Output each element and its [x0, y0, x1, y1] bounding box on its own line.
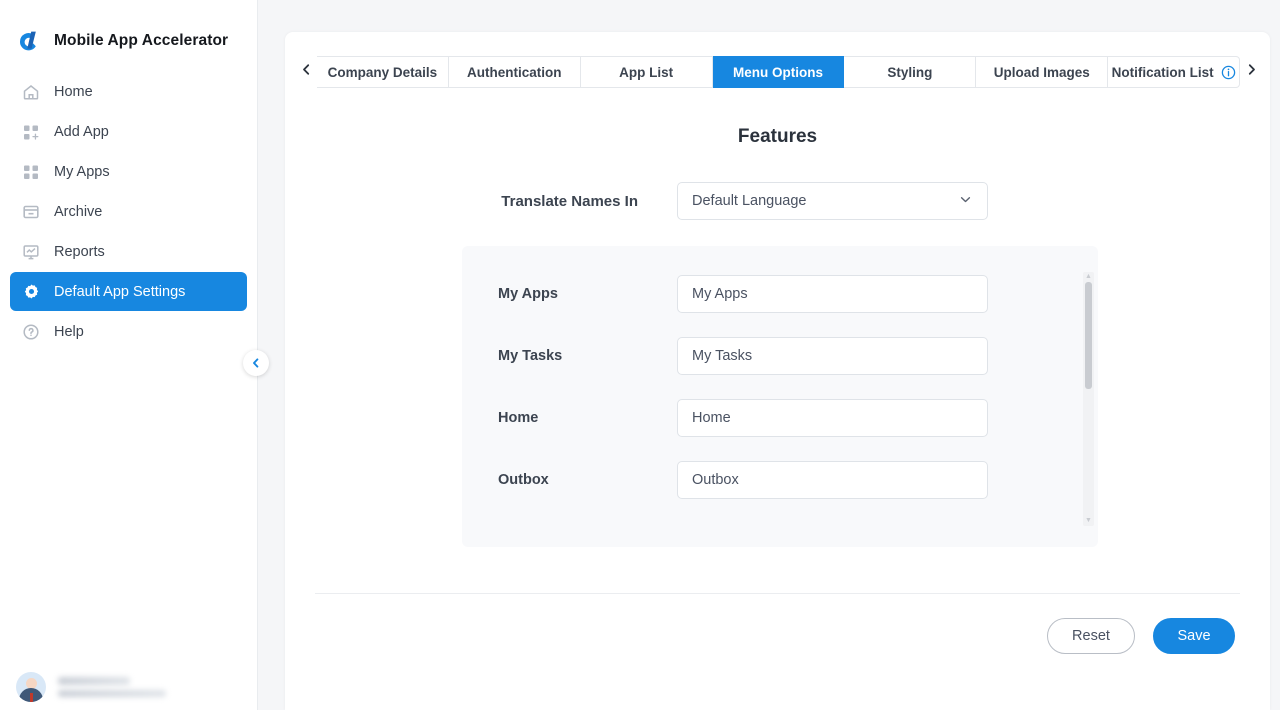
feature-label: Home	[498, 410, 539, 426]
chevron-right-icon	[1245, 63, 1258, 81]
caret-down-icon[interactable]: ▼	[1085, 517, 1093, 525]
tab-upload-images[interactable]: Upload Images	[976, 56, 1109, 88]
sidebar-item-help[interactable]: Help	[10, 312, 247, 351]
add-app-grid-icon	[22, 123, 40, 141]
sidebar-item-reports[interactable]: Reports	[10, 232, 247, 271]
tab-label: App List	[619, 64, 674, 80]
main-area: Company Details Authentication App List …	[258, 0, 1280, 710]
tab-styling[interactable]: Styling	[844, 56, 977, 88]
tab-authentication[interactable]: Authentication	[448, 56, 581, 88]
question-circle-icon	[22, 323, 40, 341]
tab-menu-options[interactable]: Menu Options	[712, 56, 845, 88]
brand-title: Mobile App Accelerator	[54, 32, 229, 49]
feature-input-value: Home	[692, 410, 731, 426]
sidebar-item-add-app[interactable]: Add App	[10, 112, 247, 151]
tab-notification-list[interactable]: Notification List	[1108, 56, 1241, 88]
sidebar-item-home[interactable]: Home	[10, 72, 247, 111]
sidebar: Mobile App Accelerator Home Add App My A…	[0, 0, 269, 710]
feature-input-value: My Apps	[692, 286, 748, 302]
feature-label: My Apps	[498, 286, 558, 302]
scrollbar-thumb[interactable]	[1085, 282, 1092, 389]
grid-icon	[22, 163, 40, 181]
tabs-prev-button[interactable]	[295, 56, 317, 88]
tabs-next-button[interactable]	[1240, 56, 1262, 88]
brand: Mobile App Accelerator	[0, 0, 257, 62]
home-icon	[22, 83, 40, 101]
save-button-label: Save	[1177, 628, 1211, 644]
archive-box-icon	[22, 203, 40, 221]
avatar	[16, 672, 46, 702]
reports-chart-icon	[22, 243, 40, 261]
feature-input-my-tasks[interactable]: My Tasks	[677, 337, 988, 375]
feature-row: Outbox Outbox	[462, 461, 1098, 499]
translate-language-select[interactable]: Default Language	[677, 182, 988, 220]
page-title: Features	[737, 126, 818, 147]
sidebar-item-label: Home	[54, 83, 93, 100]
feature-input-my-apps[interactable]: My Apps	[677, 275, 988, 313]
tab-label: Menu Options	[733, 64, 823, 80]
feature-label: My Tasks	[498, 348, 563, 364]
tab-label: Authentication	[467, 64, 562, 80]
gear-icon	[22, 283, 40, 301]
feature-input-home[interactable]: Home	[677, 399, 988, 437]
app-accelerator-logo-icon	[14, 27, 42, 55]
feature-row: My Tasks My Tasks	[462, 337, 1098, 375]
translate-names-label: Translate Names In	[501, 192, 638, 210]
sidebar-item-label: My Apps	[54, 163, 110, 180]
sidebar-item-archive[interactable]: Archive	[10, 192, 247, 231]
sidebar-item-label: Default App Settings	[54, 283, 186, 300]
tab-label: Upload Images	[993, 64, 1090, 80]
settings-content: Features Translate Names In Default Lang…	[285, 126, 1270, 654]
feature-input-value: Outbox	[692, 472, 739, 488]
info-circle-icon[interactable]	[1221, 65, 1236, 80]
reset-button[interactable]: Reset	[1047, 618, 1135, 654]
chevron-left-icon	[300, 63, 313, 81]
feature-row: My Apps My Apps	[462, 275, 1098, 313]
features-scrollbar[interactable]: ▲ ▼	[1083, 272, 1094, 526]
feature-row: Home Home	[462, 399, 1098, 437]
translate-language-value: Default Language	[692, 193, 807, 209]
tab-company-details[interactable]: Company Details	[317, 56, 449, 88]
caret-up-icon[interactable]: ▲	[1085, 273, 1093, 281]
sidebar-item-label: Help	[54, 323, 84, 340]
feature-input-value: My Tasks	[692, 348, 753, 364]
features-panel: My Apps My Apps My Tasks My Tasks Home H…	[462, 246, 1098, 547]
feature-input-outbox[interactable]: Outbox	[677, 461, 988, 499]
actions-bar: Reset Save	[315, 618, 1240, 654]
tab-app-list[interactable]: App List	[580, 56, 713, 88]
sidebar-user-block[interactable]	[0, 672, 257, 702]
user-name-redacted	[58, 677, 166, 697]
settings-card: Company Details Authentication App List …	[285, 32, 1270, 710]
tab-strip: Company Details Authentication App List …	[285, 56, 1270, 88]
sidebar-item-my-apps[interactable]: My Apps	[10, 152, 247, 191]
tab-label: Styling	[887, 64, 933, 80]
sidebar-collapse-button[interactable]	[243, 350, 269, 376]
chevron-left-icon	[250, 357, 262, 369]
sidebar-item-label: Add App	[54, 123, 109, 140]
reset-button-label: Reset	[1072, 628, 1110, 644]
actions-divider	[315, 593, 1240, 594]
feature-label: Outbox	[498, 472, 549, 488]
tab-label: Notification List	[1111, 64, 1214, 80]
sidebar-item-label: Archive	[54, 203, 103, 220]
sidebar-item-label: Reports	[54, 243, 105, 260]
sidebar-nav: Home Add App My Apps Archive Reports Def…	[0, 72, 257, 351]
translate-names-row: Translate Names In Default Language	[315, 182, 1240, 220]
tab-label: Company Details	[327, 64, 438, 80]
sidebar-item-default-app-settings[interactable]: Default App Settings	[10, 272, 247, 311]
save-button[interactable]: Save	[1153, 618, 1235, 654]
app-root: Mobile App Accelerator Home Add App My A…	[0, 0, 1280, 710]
chevron-down-icon	[958, 192, 973, 211]
